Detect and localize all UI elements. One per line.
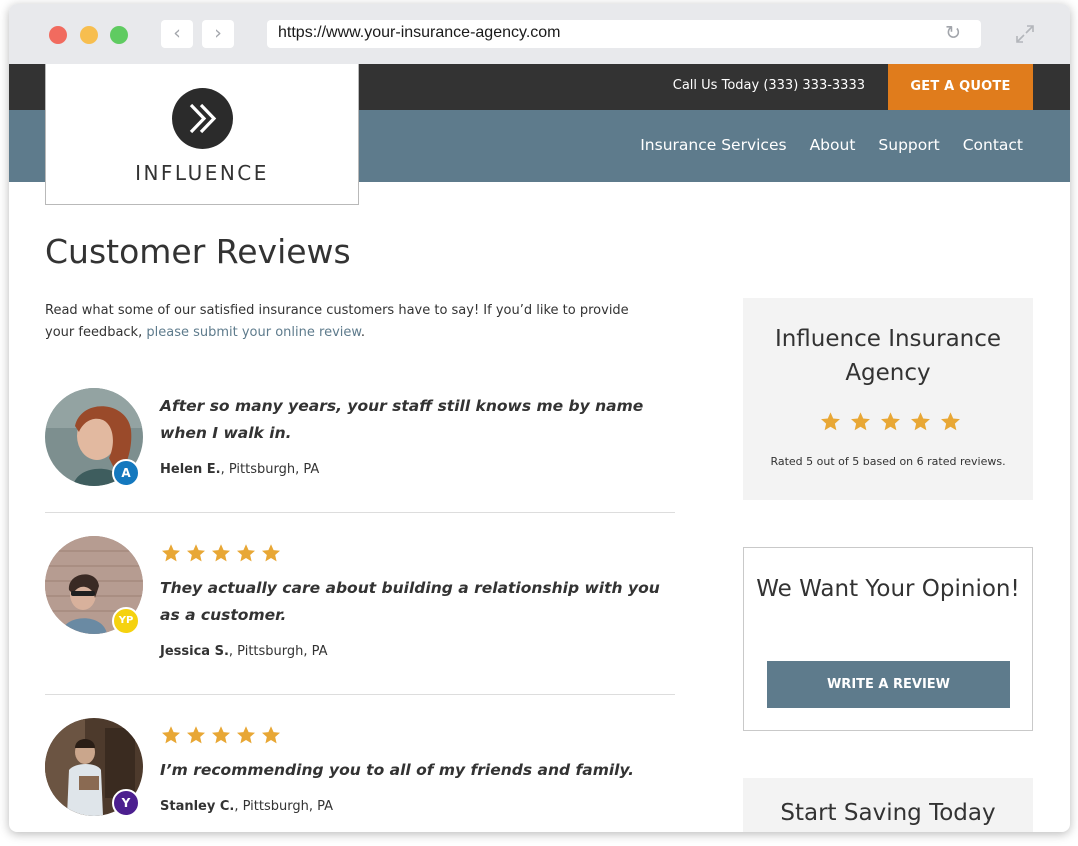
star-icon [851, 412, 870, 431]
star-icon [821, 412, 840, 431]
start-saving-title: Start Saving Today [780, 800, 996, 826]
agency-rating [820, 411, 961, 432]
write-review-button[interactable]: WRITE A REVIEW [767, 661, 1010, 708]
star-icon [187, 726, 205, 744]
page-title: Customer Reviews [45, 232, 351, 271]
logo-wordmark: INFLUENCE [135, 161, 269, 185]
url-text: https://www.your-insurance-agency.com [278, 24, 561, 41]
rating-summary: Rated 5 out of 5 based on 6 rated review… [770, 455, 1006, 468]
browser-toolbar: ‹ › https://www.your-insurance-agency.co… [9, 4, 1070, 64]
star-icon [187, 544, 205, 562]
star-icon [237, 544, 255, 562]
nav-insurance-services[interactable]: Insurance Services [640, 136, 786, 154]
get-a-quote-button[interactable]: GET A QUOTE [888, 64, 1033, 110]
review-author-location: , Pittsburgh, PA [220, 462, 320, 477]
phone-number[interactable]: Call Us Today (333) 333-3333 [673, 78, 865, 93]
star-icon [941, 412, 960, 431]
star-icon [212, 726, 230, 744]
review-quote: They actually care about building a rela… [160, 579, 660, 624]
star-icon [881, 412, 900, 431]
review-author-name: Helen E. [160, 462, 221, 477]
site-logo[interactable]: INFLUENCE [45, 64, 359, 205]
star-icon [162, 544, 180, 562]
chevron-left-icon: ‹ [173, 22, 181, 44]
intro-end: . [360, 325, 365, 340]
browser-window: ‹ › https://www.your-insurance-agency.co… [9, 4, 1070, 832]
review-author-name: Jessica S. [160, 644, 229, 659]
nav-contact[interactable]: Contact [963, 136, 1023, 154]
review-quote: After so many years, your staff still kn… [160, 397, 644, 442]
divider [45, 512, 675, 513]
agency-rating-card: Influence Insurance Agency Rated 5 out o… [743, 298, 1033, 500]
submit-review-link[interactable]: please submit your online review [146, 325, 360, 340]
review-author-location: , Pittsburgh, PA [234, 799, 334, 814]
star-icon [212, 544, 230, 562]
review-quote: I’m recommending you to all of my friend… [160, 761, 635, 779]
nav-about[interactable]: About [810, 136, 856, 154]
nav-support[interactable]: Support [878, 136, 939, 154]
expand-icon[interactable] [1015, 24, 1035, 44]
double-chevron-icon [172, 88, 233, 149]
start-saving-card: Start Saving Today [743, 778, 1033, 832]
address-bar[interactable]: https://www.your-insurance-agency.com ↻ [267, 20, 981, 48]
yahoo-icon: Y [112, 789, 140, 817]
star-icon [162, 726, 180, 744]
opinion-card: We Want Your Opinion! WRITE A REVIEW [743, 547, 1033, 731]
yellow-pages-icon: YP [112, 607, 140, 635]
agency-name: Influence Insurance Agency [774, 326, 1002, 386]
opinion-title: We Want Your Opinion! [756, 576, 1020, 602]
back-button[interactable]: ‹ [161, 20, 193, 48]
star-icon [911, 412, 930, 431]
chevron-right-icon: › [214, 22, 222, 44]
review-rating [161, 543, 281, 563]
maximize-window-button[interactable] [110, 26, 128, 44]
review-author: Jessica S., Pittsburgh, PA [160, 644, 328, 659]
divider [45, 694, 675, 695]
forward-button[interactable]: › [202, 20, 234, 48]
reload-icon[interactable]: ↻ [945, 23, 961, 43]
review-author: Stanley C., Pittsburgh, PA [160, 799, 333, 814]
review-author-location: , Pittsburgh, PA [228, 644, 328, 659]
review-author: Helen E., Pittsburgh, PA [160, 462, 319, 477]
minimize-window-button[interactable] [80, 26, 98, 44]
review-author-name: Stanley C. [160, 799, 235, 814]
intro-paragraph: Read what some of our satisfied insuranc… [45, 300, 645, 344]
star-icon [262, 726, 280, 744]
star-icon [237, 726, 255, 744]
angies-list-icon: A [112, 459, 140, 487]
close-window-button[interactable] [49, 26, 67, 44]
review-rating [161, 725, 281, 745]
star-icon [262, 544, 280, 562]
